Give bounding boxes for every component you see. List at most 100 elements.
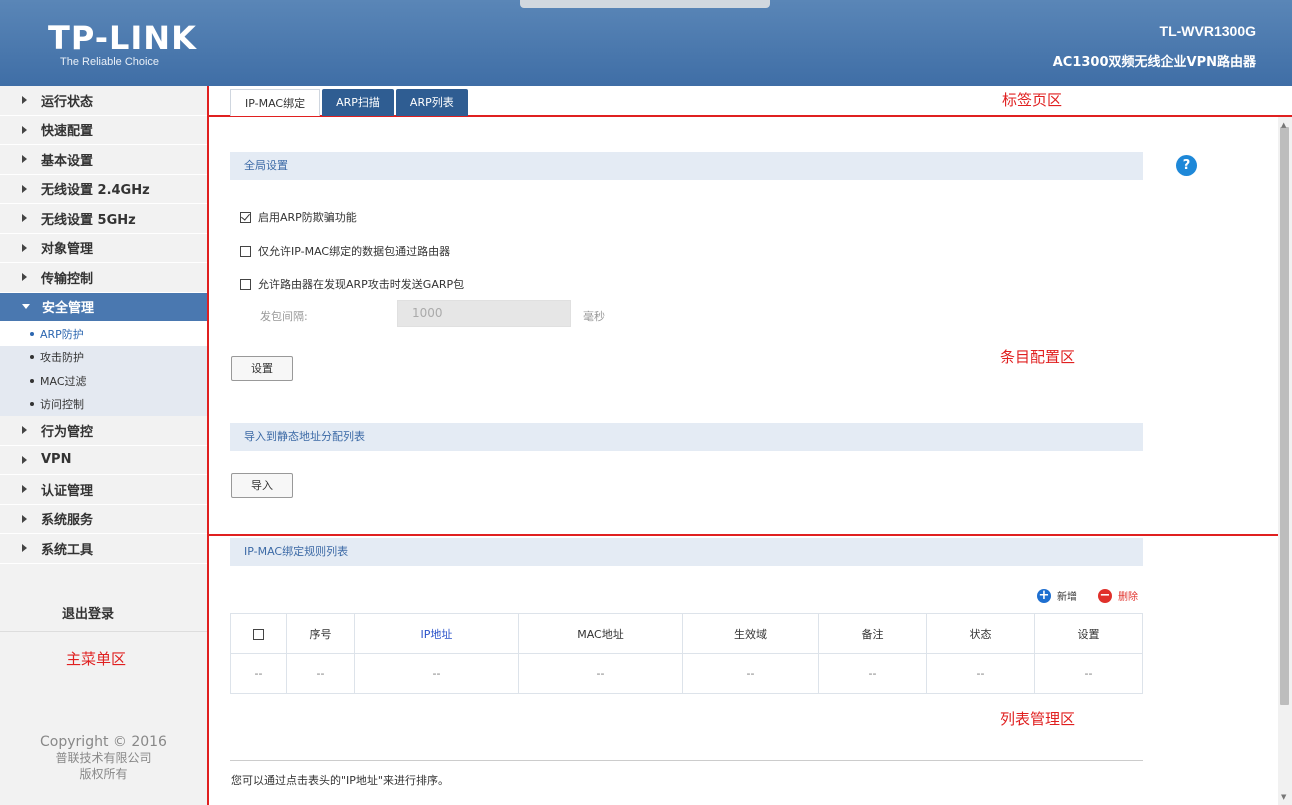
only-bound-checkbox[interactable]	[240, 245, 251, 257]
menu-item-vpn[interactable]: VPN	[0, 445, 207, 475]
menu-item-wireless-5[interactable]: 无线设置 5GHz	[0, 204, 207, 234]
chevron-right-icon	[22, 184, 27, 193]
copyright-company: 普联技术有限公司	[55, 751, 152, 765]
table-cell: --	[682, 653, 819, 694]
select-all-checkbox[interactable]	[253, 628, 264, 640]
section-import: 导入到静态地址分配列表	[230, 423, 1143, 451]
column-header-status: 状态	[926, 613, 1035, 654]
chevron-right-icon	[22, 485, 27, 494]
model-info: TL-WVR1300G AC1300双频无线企业VPN路由器	[1053, 23, 1256, 70]
tab-ip-mac-binding[interactable]: IP-MAC绑定	[230, 89, 321, 116]
model-description: AC1300双频无线企业VPN路由器	[1052, 55, 1256, 70]
menu-item-label: 运行状态	[41, 94, 94, 110]
menu-item-label: 无线设置 5GHz	[41, 212, 136, 228]
bullet-icon	[30, 331, 34, 336]
add-rule-button[interactable]: + 新增	[1037, 588, 1077, 603]
menu-item-run-status[interactable]: 运行状态	[0, 86, 207, 116]
copyright-rights: 版权所有	[79, 767, 128, 781]
menu-item-label: 基本设置	[41, 153, 94, 169]
minus-circle-icon: −	[1098, 587, 1112, 603]
footer-divider	[230, 760, 1143, 761]
logout-link[interactable]: 退出登录	[0, 598, 207, 632]
logo-text: TP-LINK	[48, 19, 197, 57]
menu-item-label: VPN	[41, 452, 72, 468]
footer-note: 您可以通过点击表头的"IP地址"来进行排序。	[231, 774, 449, 787]
chevron-right-icon	[22, 243, 27, 252]
menu-item-label: 系统服务	[41, 513, 94, 529]
tab-arp-list[interactable]: ARP列表	[395, 89, 468, 116]
scrollbar-thumb[interactable]	[1280, 127, 1289, 705]
menu-item-behavior-control[interactable]: 行为管控	[0, 416, 207, 446]
menu-item-auth-mgmt[interactable]: 认证管理	[0, 475, 207, 505]
submenu-item-attack-protect[interactable]: 攻击防护	[0, 345, 207, 369]
table-row: -- -- -- -- -- -- -- --	[230, 653, 1143, 694]
copyright-line: Copyright © 2016	[40, 734, 167, 750]
browser-topbar	[520, 0, 770, 8]
delete-label: 删除	[1118, 592, 1138, 603]
add-label: 新增	[1057, 592, 1077, 603]
chevron-right-icon	[22, 544, 27, 553]
column-header-ip[interactable]: IP地址	[354, 613, 519, 654]
menu-item-security[interactable]: 安全管理	[0, 292, 207, 322]
annotation-list-area: 列表管理区	[1000, 710, 1076, 728]
option-label: 允许路由器在发现ARP攻击时发送GARP包	[258, 278, 465, 291]
menu-item-basic-settings[interactable]: 基本设置	[0, 145, 207, 175]
set-button[interactable]: 设置	[231, 356, 293, 381]
option-garp[interactable]: 允许路由器在发现ARP攻击时发送GARP包	[240, 276, 464, 292]
chevron-right-icon	[22, 273, 27, 282]
garp-checkbox[interactable]	[240, 278, 251, 290]
delete-rule-button[interactable]: − 删除	[1098, 588, 1138, 603]
menu-item-wireless-24[interactable]: 无线设置 2.4GHz	[0, 174, 207, 204]
menu-item-label: 系统工具	[41, 542, 94, 558]
annotation-tabs-area: 标签页区	[1002, 91, 1063, 109]
annotation-divider-vertical	[207, 86, 209, 805]
header-bar: TP-LINK The Reliable Choice TL-WVR1300G …	[0, 0, 1292, 86]
submenu-item-mac-filter[interactable]: MAC过滤	[0, 369, 207, 393]
menu-item-label: 传输控制	[41, 271, 94, 287]
submenu-item-arp-protect[interactable]: ARP防护	[0, 322, 207, 346]
chevron-right-icon	[22, 155, 27, 164]
column-header-note: 备注	[818, 613, 927, 654]
chevron-right-icon	[22, 125, 27, 134]
interval-unit: 毫秒	[583, 310, 605, 323]
submenu-item-label: ARP防护	[40, 327, 84, 341]
table-cell: --	[818, 653, 927, 694]
table-cell: --	[926, 653, 1035, 694]
import-button[interactable]: 导入	[231, 473, 293, 498]
submenu-item-access-control[interactable]: 访问控制	[0, 392, 207, 416]
select-all-cell[interactable]	[230, 613, 287, 654]
scroll-up-icon[interactable]: ▲	[1281, 121, 1286, 129]
help-icon[interactable]: ?	[1176, 155, 1197, 176]
chevron-right-icon	[22, 214, 27, 223]
bullet-icon	[30, 402, 34, 407]
tp-link-logo: TP-LINK The Reliable Choice	[48, 22, 197, 68]
menu-item-system-service[interactable]: 系统服务	[0, 504, 207, 534]
menu-item-object-mgmt[interactable]: 对象管理	[0, 233, 207, 263]
submenu-item-label: MAC过滤	[40, 374, 87, 388]
option-enable-arp[interactable]: 启用ARP防欺骗功能	[240, 209, 357, 225]
copyright: Copyright © 2016 普联技术有限公司 版权所有	[0, 734, 207, 782]
enable-arp-checkbox[interactable]	[240, 211, 251, 223]
main-menu: 运行状态 快速配置 基本设置 无线设置 2.4GHz 无线设置 5GHz 对象管…	[0, 86, 207, 805]
annotation-config-area: 条目配置区	[1000, 348, 1076, 366]
column-header-settings: 设置	[1034, 613, 1143, 654]
menu-item-system-tools[interactable]: 系统工具	[0, 534, 207, 564]
table-cell: --	[230, 653, 287, 694]
menu-item-transfer-control[interactable]: 传输控制	[0, 263, 207, 293]
submenu-item-label: 访问控制	[40, 398, 84, 412]
plus-circle-icon: +	[1037, 587, 1051, 603]
option-only-bound[interactable]: 仅允许IP-MAC绑定的数据包通过路由器	[240, 243, 450, 259]
column-header-mac: MAC地址	[518, 613, 683, 654]
interval-input[interactable]: 1000	[397, 300, 571, 327]
chevron-right-icon	[22, 96, 27, 105]
scroll-down-icon[interactable]: ▼	[1281, 793, 1286, 801]
section-global-settings: 全局设置	[230, 152, 1143, 180]
chevron-right-icon	[22, 514, 27, 523]
annotation-main-menu: 主菜单区	[66, 650, 127, 668]
logo-tagline: The Reliable Choice	[60, 56, 160, 68]
menu-item-label: 认证管理	[41, 483, 94, 499]
menu-item-quick-setup[interactable]: 快速配置	[0, 115, 207, 145]
rule-table: 序号 IP地址 MAC地址 生效域 备注 状态 设置 -- -- -- -- -…	[230, 613, 1143, 694]
tab-arp-scan[interactable]: ARP扫描	[322, 89, 394, 116]
menu-item-label: 快速配置	[41, 124, 94, 140]
